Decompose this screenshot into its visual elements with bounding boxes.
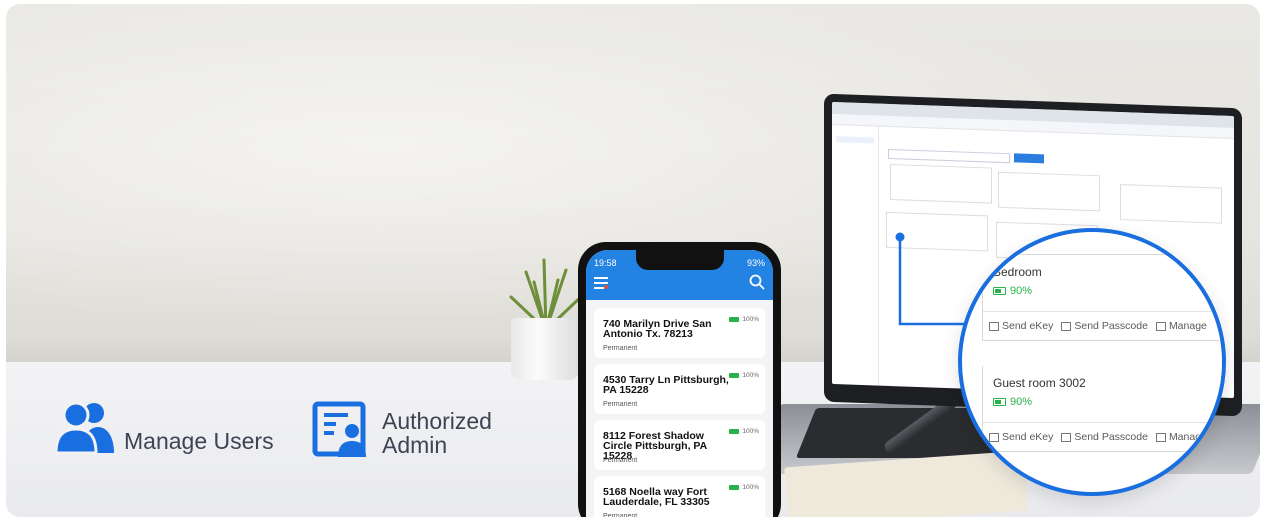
feature-manage-users: Manage Users [56,399,274,455]
manage-button[interactable]: Manage [1155,320,1207,332]
room-card: Guest room 3002 90% Send eKey Send Passc… [982,366,1222,452]
admin-badge-icon [312,401,366,457]
send-ekey-label: Send eKey [1002,431,1054,443]
send-passcode-label: Send Passcode [1074,431,1148,443]
battery-level: 90% [993,285,1222,297]
property-battery: 100% [729,316,759,323]
property-access-type: Permanent [603,513,638,517]
manage-label: Manage [1168,320,1207,332]
room-actions: Send eKey Send Passcode Manage [983,422,1222,451]
property-battery: 100% [729,372,759,379]
users-icon [56,401,114,455]
property-address: 5168 Noella way Fort Lauderdale, FL 3330… [603,486,710,508]
property-battery: 100% [729,484,759,491]
feature-authorized-admin: Authorized Admin [312,401,522,457]
manage-icon [1155,432,1166,442]
app-lock-card [1120,184,1222,224]
property-list-item[interactable]: 5168 Noella way Fort Lauderdale, FL 3330… [594,476,765,517]
battery-text: 90% [1010,396,1033,408]
property-address: 4530 Tarry Ln Pittsburgh, PA 15228 [603,374,729,396]
battery-text: 100% [742,484,759,491]
send-passcode-button[interactable]: Send Passcode [1061,320,1148,332]
search-icon[interactable] [749,274,765,290]
manage-icon [1155,321,1166,331]
passcode-icon [1061,321,1072,331]
battery-icon [993,287,1006,295]
battery-text: 90% [1010,285,1033,297]
send-ekey-button[interactable]: Send eKey [989,431,1053,443]
battery-icon [729,485,740,490]
app-sidebar [832,123,879,386]
status-battery: 93% [746,258,765,268]
send-passcode-button[interactable]: Send Passcode [1061,431,1148,443]
send-ekey-label: Send eKey [1002,320,1054,332]
property-list-item[interactable]: 8112 Forest Shadow Circle Pittsburgh, PA… [594,420,765,470]
battery-level: 90% [993,396,1222,408]
app-search-field [888,148,1010,164]
property-access-type: Permanent [603,401,638,408]
property-access-type: Permanent [603,457,638,464]
property-list-item[interactable]: 4530 Tarry Ln Pittsburgh, PA 15228 100% … [594,364,765,414]
phone-notch [635,250,724,270]
ekey-icon [989,321,999,331]
phone-screen: 19:58 93% 740 Marilyn Drive San Antonio … [586,250,773,517]
room-actions: Send eKey Send Passcode Manage [983,311,1222,340]
phone-mockup: 19:58 93% 740 Marilyn Drive San Antonio … [578,242,781,517]
room-name: Bedroom [993,265,1042,279]
battery-text: 100% [742,372,759,379]
manage-button[interactable]: Manage [1155,431,1207,443]
zoom-magnifier: Bedroom 90% Send eKey Send Passcode Mana… [958,228,1226,496]
send-passcode-label: Send Passcode [1074,320,1148,332]
ekey-icon [989,432,999,442]
feature-label: Manage Users [124,428,274,454]
send-ekey-button[interactable]: Send eKey [989,320,1053,332]
battery-icon [993,398,1006,406]
battery-text: 100% [742,316,759,323]
room-name: Guest room 3002 [993,376,1086,390]
passcode-icon [1061,432,1072,442]
battery-icon [729,429,740,434]
status-time: 19:58 [594,258,617,268]
battery-icon [729,317,740,322]
app-search-button [1014,153,1044,164]
room-card: Bedroom 90% Send eKey Send Passcode Mana… [982,254,1222,341]
hero-banner: Manage Users Authorized Admin Bedroom 90… [0,0,1265,517]
plant-pot [511,318,579,380]
hamburger-menu-icon[interactable] [594,277,608,289]
property-list-item[interactable]: 740 Marilyn Drive San Antonio Tx. 78213 … [594,308,765,358]
manage-label: Manage [1168,431,1207,443]
property-access-type: Permanent [603,345,638,352]
property-address: 740 Marilyn Drive San Antonio Tx. 78213 [603,318,712,340]
feature-label: Authorized Admin [382,408,492,458]
app-lock-card [890,164,992,204]
battery-icon [729,373,740,378]
property-battery: 100% [729,428,759,435]
app-lock-card [998,171,1100,212]
battery-text: 100% [742,428,759,435]
